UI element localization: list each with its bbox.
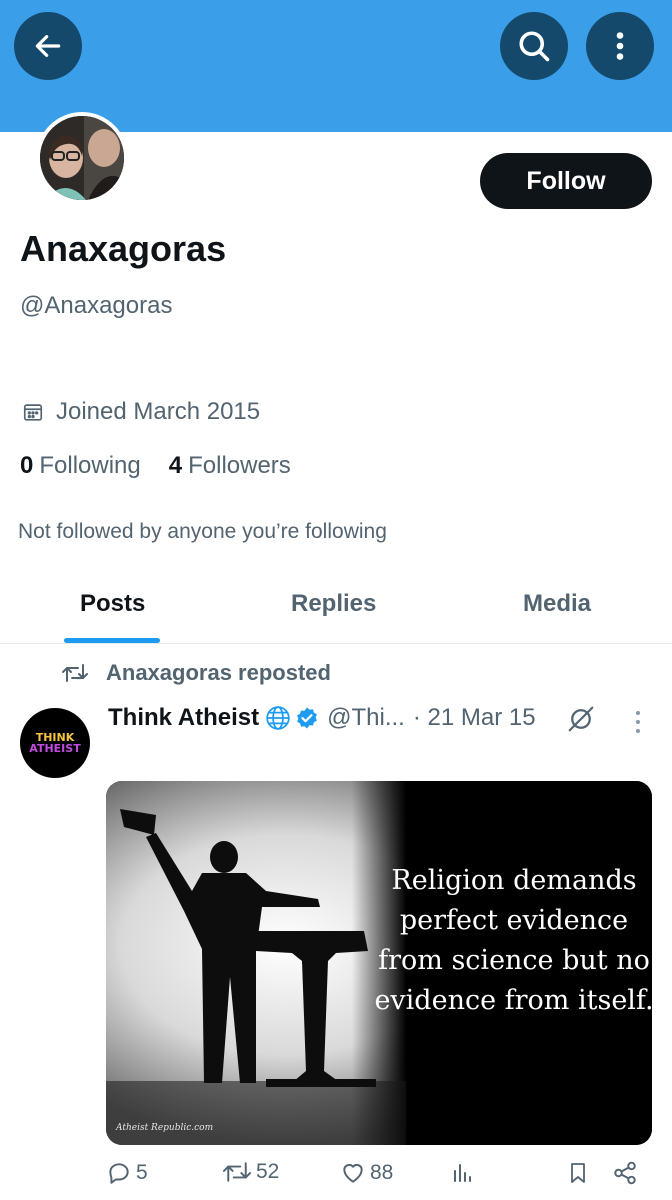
share-button[interactable] <box>612 1160 642 1186</box>
grok-icon[interactable] <box>566 704 596 734</box>
reply-icon <box>109 1163 129 1184</box>
following-link[interactable]: 0 Following <box>20 452 141 480</box>
joined-date: Joined March 2015 <box>22 398 260 426</box>
post-author-name[interactable]: Think Atheist <box>108 704 259 732</box>
tab-posts[interactable]: Posts <box>80 590 145 618</box>
repost-label: Anaxagoras reposted <box>106 660 331 685</box>
follow-button[interactable]: Follow <box>480 153 652 209</box>
analytics-icon <box>454 1164 471 1182</box>
more-options-button[interactable] <box>586 12 654 80</box>
avatar-photo <box>40 116 124 200</box>
following-label: Following <box>39 452 141 479</box>
post-more-icon[interactable] <box>628 708 648 736</box>
repost-icon <box>222 1162 252 1182</box>
like-button[interactable]: 88 <box>340 1160 393 1186</box>
profile-banner <box>0 0 672 132</box>
joined-label: Joined March 2015 <box>56 398 261 425</box>
globe-icon <box>266 706 290 730</box>
reply-button[interactable]: 5 <box>106 1160 148 1186</box>
post-author-handle[interactable]: @Thi... <box>327 704 405 732</box>
post-timestamp[interactable]: · 21 Mar 15 <box>413 704 536 732</box>
post-header: Think Atheist @Thi... · 21 Mar 15 <box>108 704 536 732</box>
active-tab-indicator <box>64 638 160 643</box>
avatar-text-line-2: ATHEIST <box>29 742 81 755</box>
tab-media[interactable]: Media <box>523 590 591 618</box>
like-count: 88 <box>370 1161 394 1184</box>
verified-badge-icon <box>297 707 318 729</box>
repost-indicator: Anaxagoras reposted <box>62 660 331 686</box>
repost-button[interactable]: 52 <box>222 1160 279 1184</box>
profile-avatar[interactable] <box>36 112 128 204</box>
follow-stats: 0 Following 4 Followers <box>20 452 319 480</box>
followers-link[interactable]: 4 Followers <box>169 452 291 480</box>
calendar-icon <box>23 404 43 421</box>
profile-handle: @Anaxagoras <box>20 292 173 319</box>
profile-tabs: Posts Replies Media <box>0 578 672 644</box>
image-quote-text: Religion demands perfect evidence from s… <box>374 865 652 1016</box>
followers-count: 4 <box>168 452 183 479</box>
back-button[interactable] <box>14 12 82 80</box>
share-icon <box>614 1161 636 1185</box>
more-vertical-icon <box>616 32 624 60</box>
repost-icon <box>62 664 88 682</box>
image-watermark: Atheist Republic.com <box>116 1123 214 1133</box>
bookmark-button[interactable] <box>566 1160 594 1186</box>
profile-display-name: Anaxagoras <box>20 228 227 269</box>
bookmark-icon <box>571 1163 585 1183</box>
post-actions: 5 52 88 <box>106 1160 652 1196</box>
not-followed-notice: Not followed by anyone you’re following <box>18 520 387 543</box>
followers-label: Followers <box>188 452 291 479</box>
repost-count: 52 <box>256 1160 280 1183</box>
following-count: 0 <box>20 452 34 479</box>
heart-icon <box>343 1163 363 1183</box>
search-icon <box>519 31 550 62</box>
post-image[interactable]: Religion demands perfect evidence from s… <box>106 781 652 1145</box>
reply-count: 5 <box>136 1161 148 1184</box>
tab-replies[interactable]: Replies <box>291 590 376 618</box>
post-author-avatar[interactable]: THINK ATHEIST <box>20 708 90 778</box>
views-button[interactable] <box>450 1160 478 1186</box>
arrow-left-icon <box>35 35 61 57</box>
search-button[interactable] <box>500 12 568 80</box>
